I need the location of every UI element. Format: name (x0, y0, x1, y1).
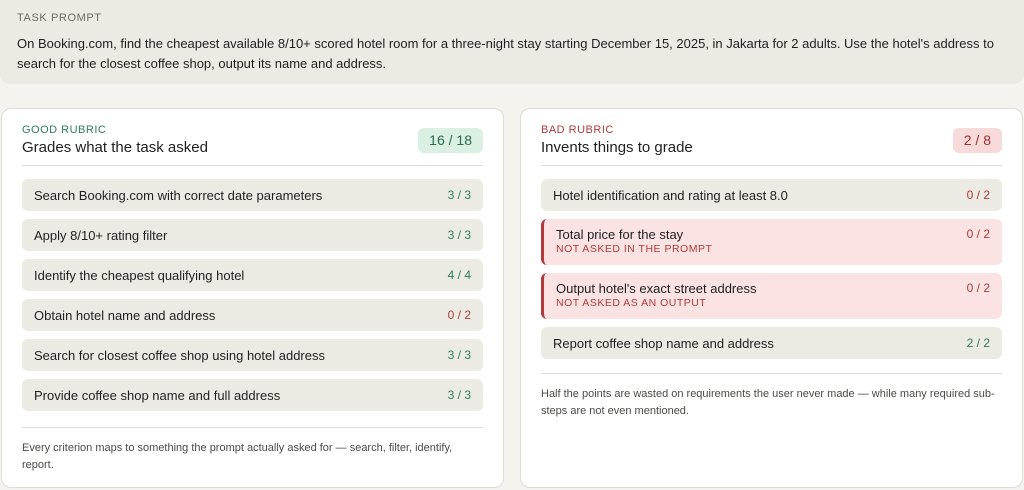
good-rubric-card: GOOD RUBRIC Grades what the task asked 1… (1, 108, 504, 488)
good-criterion-row: Obtain hotel name and address 0 / 2 (22, 299, 483, 331)
criterion-points: 0 / 2 (966, 227, 990, 241)
bad-rubric-kind: BAD RUBRIC (541, 124, 614, 136)
good-criterion-row: Identify the cheapest qualifying hotel 4… (22, 259, 483, 291)
good-rubric-kind: GOOD RUBRIC (22, 124, 107, 136)
criterion-points: 0 / 2 (966, 281, 990, 295)
good-rubric-header: GOOD RUBRIC Grades what the task asked 1… (22, 124, 483, 166)
bad-criterion-row: Hotel identification and rating at least… (541, 179, 1002, 211)
criterion-points: 2 / 2 (966, 336, 990, 350)
good-criterion-row: Apply 8/10+ rating filter 3 / 3 (22, 219, 483, 251)
bad-criterion-row: Report coffee shop name and address 2 / … (541, 327, 1002, 359)
bad-rubric-score-badge: 2 / 8 (952, 128, 1002, 153)
bad-rubric-card: BAD RUBRIC Invents things to grade 2 / 8… (520, 108, 1023, 488)
criterion-label: Identify the cheapest qualifying hotel (34, 268, 245, 283)
good-rubric-score-badge: 16 / 18 (418, 128, 483, 153)
criterion-flag-note: NOT ASKED AS AN OUTPUT (556, 297, 707, 309)
good-rubric-list: Search Booking.com with correct date par… (22, 179, 483, 419)
criterion-label: Search for closest coffee shop using hot… (34, 348, 325, 363)
criterion-label: Report coffee shop name and address (553, 336, 774, 351)
good-rubric-footnote: Every criterion maps to something the pr… (22, 427, 483, 474)
criterion-label: Output hotel's exact street address (556, 281, 757, 296)
criterion-label: Obtain hotel name and address (34, 308, 216, 323)
bad-rubric-title: Invents things to grade (541, 139, 693, 156)
bad-criterion-row-flagged: Total price for the stay NOT ASKED IN TH… (541, 219, 1002, 265)
criterion-points: 0 / 2 (447, 308, 471, 322)
criterion-label: Hotel identification and rating at least… (553, 188, 788, 203)
criterion-points: 3 / 3 (447, 388, 471, 402)
good-criterion-row: Provide coffee shop name and full addres… (22, 379, 483, 411)
bad-rubric-list: Hotel identification and rating at least… (541, 179, 1002, 367)
criterion-label: Apply 8/10+ rating filter (34, 228, 168, 243)
criterion-points: 3 / 3 (447, 348, 471, 362)
task-prompt-label: TASK PROMPT (17, 12, 102, 24)
task-prompt-banner: TASK PROMPT On Booking.com, find the che… (0, 0, 1024, 84)
criterion-label: Search Booking.com with correct date par… (34, 188, 323, 203)
criterion-points: 3 / 3 (447, 188, 471, 202)
criterion-label: Provide coffee shop name and full addres… (34, 388, 281, 403)
good-criterion-row: Search for closest coffee shop using hot… (22, 339, 483, 371)
criterion-label: Total price for the stay (556, 227, 684, 242)
criterion-points: 4 / 4 (447, 268, 471, 282)
bad-criterion-row-flagged: Output hotel's exact street address NOT … (541, 273, 1002, 319)
good-rubric-title: Grades what the task asked (22, 139, 208, 156)
bad-rubric-header: BAD RUBRIC Invents things to grade 2 / 8 (541, 124, 1002, 166)
criterion-flag-note: NOT ASKED IN THE PROMPT (556, 243, 713, 255)
criterion-points: 3 / 3 (447, 228, 471, 242)
task-prompt-text: On Booking.com, find the cheapest availa… (17, 36, 994, 71)
criterion-points: 0 / 2 (966, 188, 990, 202)
bad-rubric-footnote: Half the points are wasted on requiremen… (541, 373, 1002, 420)
good-criterion-row: Search Booking.com with correct date par… (22, 179, 483, 211)
